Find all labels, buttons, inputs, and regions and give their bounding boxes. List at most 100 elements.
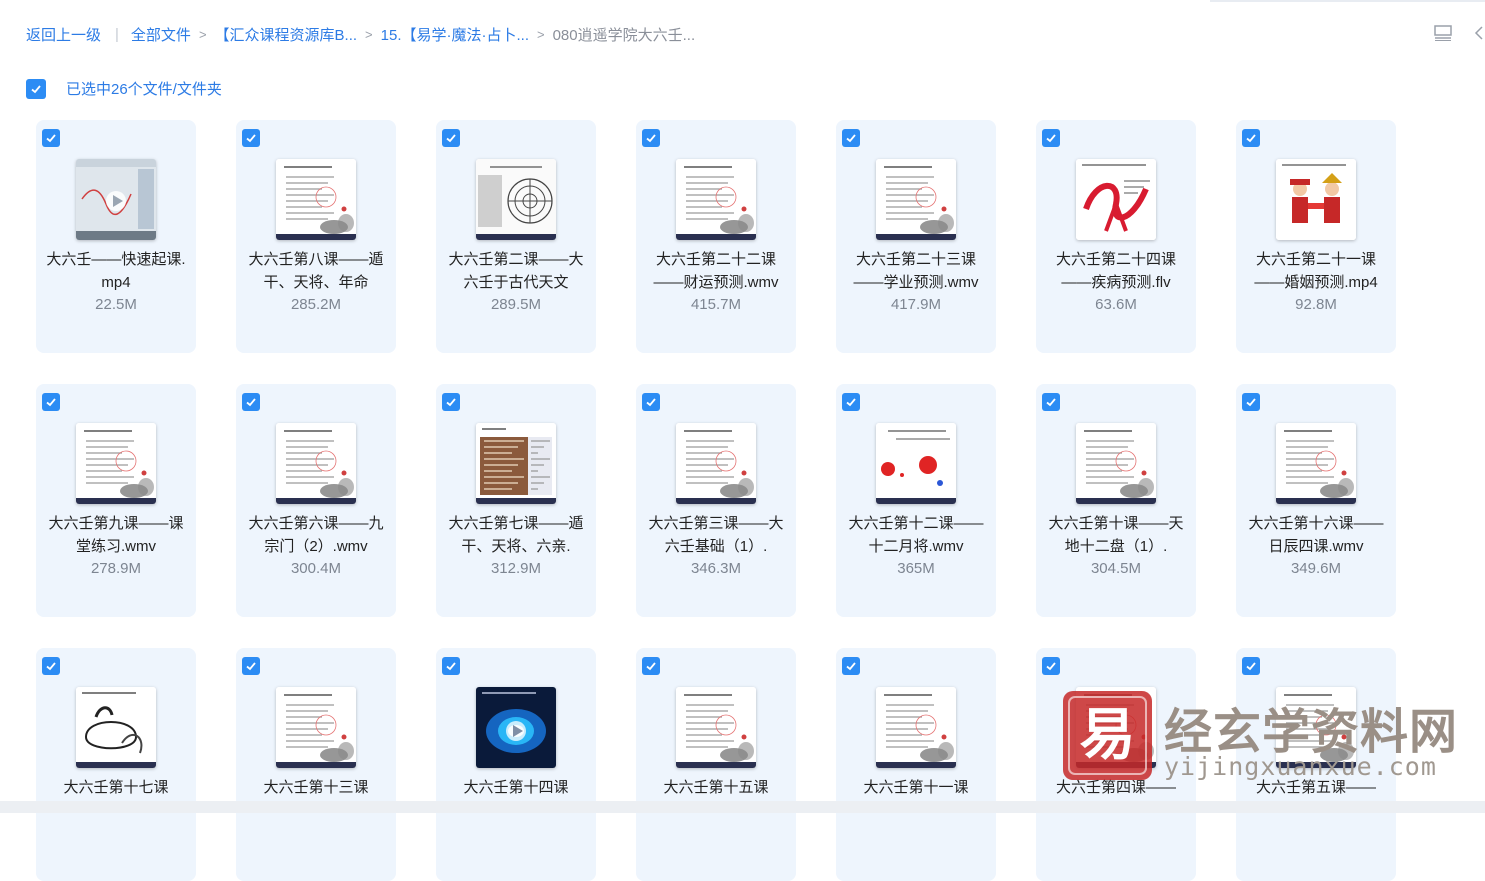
chevron-right-icon: > xyxy=(198,26,207,42)
file-card[interactable]: 大六壬第九课——课堂练习.wmv 278.9M xyxy=(36,384,196,617)
breadcrumb-all-files[interactable]: 全部文件 xyxy=(131,24,191,45)
file-thumbnail[interactable] xyxy=(276,423,356,504)
file-checkbox[interactable] xyxy=(1042,129,1060,147)
file-size: 63.6M xyxy=(1095,296,1137,313)
chevron-right-icon: > xyxy=(537,26,545,42)
file-thumbnail[interactable] xyxy=(1076,159,1156,240)
file-card[interactable]: 大六壬第十六课——日辰四课.wmv 349.6M xyxy=(1236,384,1396,617)
file-name[interactable]: 大六壬第六课——九宗门（2）.wmv xyxy=(242,512,390,558)
file-card[interactable]: 大六壬第十三课 xyxy=(236,648,396,881)
file-name[interactable]: 大六壬第十三课 xyxy=(242,776,390,799)
file-checkbox[interactable] xyxy=(842,393,860,411)
file-thumbnail[interactable] xyxy=(1276,159,1356,240)
file-thumbnail[interactable] xyxy=(476,159,556,240)
back-link[interactable]: 返回上一级 xyxy=(26,24,101,45)
file-checkbox[interactable] xyxy=(842,129,860,147)
file-checkbox[interactable] xyxy=(1242,393,1260,411)
file-size: 349.6M xyxy=(1290,560,1342,577)
watermark: 易 经玄学资料网 yijingxuanxue.com xyxy=(1060,688,1480,783)
file-thumbnail[interactable] xyxy=(76,159,156,240)
breadcrumb-folder-2[interactable]: 15.【易学·魔法·占卜... xyxy=(381,24,529,45)
file-thumbnail[interactable] xyxy=(276,687,356,768)
file-card[interactable]: 大六壬第二十三课——学业预测.wmv 417.9M xyxy=(836,120,996,353)
file-name[interactable]: 大六壬第十七课 xyxy=(42,776,190,799)
chevron-left-icon[interactable] xyxy=(1474,25,1484,41)
horizontal-scrollbar[interactable] xyxy=(0,801,1485,813)
file-checkbox[interactable] xyxy=(442,657,460,675)
file-name[interactable]: 大六壬第二十二课——财运预测.wmv xyxy=(642,248,790,294)
file-card[interactable]: 大六壬第二课——大六壬于古代天文 289.5M xyxy=(436,120,596,353)
list-view-icon[interactable] xyxy=(1434,25,1452,41)
file-thumbnail[interactable] xyxy=(676,687,756,768)
file-name[interactable]: 大六壬第三课——大六壬基础（1）. xyxy=(642,512,790,558)
file-checkbox[interactable] xyxy=(242,393,260,411)
file-card[interactable]: 大六壬第八课——遁干、天将、年命 285.2M xyxy=(236,120,396,353)
select-all-checkbox[interactable] xyxy=(26,78,46,99)
file-name[interactable]: 大六壬第二十三课——学业预测.wmv xyxy=(842,248,990,294)
file-checkbox[interactable] xyxy=(242,129,260,147)
file-card[interactable]: 大六壬第二十二课——财运预测.wmv 415.7M xyxy=(636,120,796,353)
file-card[interactable]: 大六壬第十七课 xyxy=(36,648,196,881)
file-checkbox[interactable] xyxy=(1242,657,1260,675)
file-card[interactable]: 大六壬——快速起课.mp4 22.5M xyxy=(36,120,196,353)
select-all-row: 已选中26个文件/文件夹 xyxy=(26,78,222,99)
file-checkbox[interactable] xyxy=(1042,657,1060,675)
file-card[interactable]: 大六壬第七课——遁干、天将、六亲. 312.9M xyxy=(436,384,596,617)
file-name[interactable]: 大六壬第二十一课——婚姻预测.mp4 xyxy=(1242,248,1390,294)
file-thumbnail[interactable] xyxy=(276,159,356,240)
file-thumbnail[interactable] xyxy=(876,423,956,504)
file-checkbox[interactable] xyxy=(442,129,460,147)
file-thumbnail[interactable] xyxy=(476,687,556,768)
breadcrumb-current: 080逍遥学院大六壬... xyxy=(552,26,696,44)
breadcrumb: 返回上一级 | 全部文件 > 【汇众课程资源库B... > 15.【易学·魔法·… xyxy=(26,22,695,46)
file-card[interactable]: 大六壬第十四课 xyxy=(436,648,596,881)
file-name[interactable]: 大六壬第八课——遁干、天将、年命 xyxy=(242,248,390,294)
file-name[interactable]: 大六壬第十六课——日辰四课.wmv xyxy=(1242,512,1390,558)
file-card[interactable]: 大六壬第三课——大六壬基础（1）. 346.3M xyxy=(636,384,796,617)
file-name[interactable]: 大六壬第十二课——十二月将.wmv xyxy=(842,512,990,558)
file-name[interactable]: 大六壬第二十四课——疾病预测.flv xyxy=(1042,248,1190,294)
file-checkbox[interactable] xyxy=(642,393,660,411)
file-size: 285.2M xyxy=(290,296,342,313)
file-name[interactable]: 大六壬第七课——遁干、天将、六亲. xyxy=(442,512,590,558)
file-card[interactable]: 大六壬第十二课——十二月将.wmv 365M xyxy=(836,384,996,617)
file-name[interactable]: 大六壬第十一课 xyxy=(842,776,990,799)
file-name[interactable]: 大六壬第十课——天地十二盘（1）. xyxy=(1042,512,1190,558)
file-checkbox[interactable] xyxy=(242,657,260,675)
file-thumbnail[interactable] xyxy=(876,159,956,240)
file-card[interactable]: 大六壬第十五课 xyxy=(636,648,796,881)
file-card[interactable]: 大六壬第二十一课——婚姻预测.mp4 92.8M xyxy=(1236,120,1396,353)
watermark-logo: 易 xyxy=(1063,691,1152,780)
file-name[interactable]: 大六壬第九课——课堂练习.wmv xyxy=(42,512,190,558)
file-thumbnail[interactable] xyxy=(76,423,156,504)
file-name[interactable]: 大六壬——快速起课.mp4 xyxy=(42,248,190,294)
file-size: 289.5M xyxy=(490,296,542,313)
file-card[interactable]: 大六壬第十课——天地十二盘（1）. 304.5M xyxy=(1036,384,1196,617)
file-checkbox[interactable] xyxy=(42,393,60,411)
file-thumbnail[interactable] xyxy=(76,687,156,768)
file-card[interactable]: 大六壬第二十四课——疾病预测.flv 63.6M xyxy=(1036,120,1196,353)
watermark-url: yijingxuanxue.com xyxy=(1164,752,1437,781)
file-thumbnail[interactable] xyxy=(476,423,556,504)
file-checkbox[interactable] xyxy=(442,393,460,411)
file-size: 304.5M xyxy=(1090,560,1142,577)
file-thumbnail[interactable] xyxy=(1076,423,1156,504)
file-card[interactable]: 大六壬第十一课 xyxy=(836,648,996,881)
file-checkbox[interactable] xyxy=(842,657,860,675)
file-name[interactable]: 大六壬第十五课 xyxy=(642,776,790,799)
file-name[interactable]: 大六壬第十四课 xyxy=(442,776,590,799)
file-thumbnail[interactable] xyxy=(1276,423,1356,504)
file-card[interactable]: 大六壬第六课——九宗门（2）.wmv 300.4M xyxy=(236,384,396,617)
breadcrumb-folder-1[interactable]: 【汇众课程资源库B... xyxy=(215,24,358,45)
file-checkbox[interactable] xyxy=(1242,129,1260,147)
file-thumbnail[interactable] xyxy=(676,423,756,504)
file-checkbox[interactable] xyxy=(1042,393,1060,411)
file-thumbnail[interactable] xyxy=(676,159,756,240)
file-size: 365M xyxy=(897,560,935,577)
file-thumbnail[interactable] xyxy=(876,687,956,768)
file-name[interactable]: 大六壬第二课——大六壬于古代天文 xyxy=(442,248,590,294)
file-checkbox[interactable] xyxy=(42,129,60,147)
file-checkbox[interactable] xyxy=(42,657,60,675)
file-checkbox[interactable] xyxy=(642,657,660,675)
file-checkbox[interactable] xyxy=(642,129,660,147)
